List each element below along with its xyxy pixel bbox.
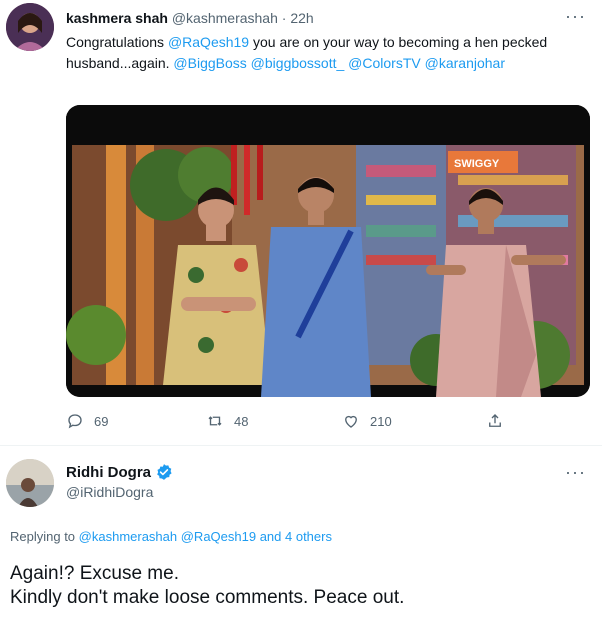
tweet-media-image[interactable]: SWIGGY (66, 105, 590, 397)
replying-prefix: Replying to (10, 529, 79, 544)
media-illustration: SWIGGY (66, 105, 590, 397)
author-name-row: Ridhi Dogra (66, 463, 173, 481)
mention-link[interactable]: @karanjohar (425, 55, 505, 71)
author-handle[interactable]: @kashmerashah (172, 10, 278, 26)
reply-icon (68, 414, 82, 429)
share-icon (489, 414, 501, 427)
avatar[interactable] (6, 3, 54, 51)
author-name[interactable]: kashmera shah (66, 10, 168, 26)
verified-badge-icon (157, 464, 172, 480)
reply-tweet: Ridhi Dogra @iRidhiDogra ··· Replying to… (0, 445, 602, 617)
reply-count: 69 (94, 413, 109, 429)
mention-link[interactable]: @RaQesh19 (168, 34, 249, 50)
more-icon[interactable]: ··· (565, 462, 586, 483)
mention-link[interactable]: @biggbossott_ (251, 55, 345, 71)
author-name[interactable]: Ridhi Dogra (66, 464, 151, 481)
like-count: 210 (370, 413, 392, 429)
timestamp[interactable]: 22h (290, 10, 313, 26)
reply-text-line-2: Kindly don't make loose comments. Peace … (10, 587, 405, 608)
tweet-actions: 69 48 210 (66, 412, 526, 434)
tweet-header: kashmera shah @kashmerashah · 22h (66, 9, 314, 27)
original-tweet: kashmera shah @kashmerashah · 22h ··· Co… (0, 0, 602, 445)
reply-button[interactable]: 69 (66, 412, 108, 430)
media-sign-text: SWIGGY (454, 158, 500, 170)
mention-link[interactable]: @ColorsTV (348, 55, 421, 71)
reply-text: Again!? Excuse me. Kindly don't make loo… (10, 562, 404, 610)
like-icon (345, 415, 357, 428)
avatar[interactable] (6, 459, 54, 507)
tweet-text: Congratulations @RaQesh19 you are on you… (66, 32, 586, 74)
like-button[interactable]: 210 (342, 412, 392, 430)
share-button[interactable] (486, 412, 504, 430)
retweet-button[interactable]: 48 (206, 412, 248, 430)
reply-text-line-1: Again!? Excuse me. (10, 563, 179, 584)
retweet-icon (208, 416, 222, 426)
separator: · (281, 10, 287, 26)
mention-link[interactable]: @BiggBoss (173, 55, 246, 71)
author-handle[interactable]: @iRidhiDogra (66, 484, 153, 500)
text-segment: Congratulations (66, 34, 168, 50)
retweet-count: 48 (234, 413, 249, 429)
replying-to-links[interactable]: @kashmerashah @RaQesh19 and 4 others (79, 529, 332, 544)
more-icon[interactable]: ··· (565, 6, 586, 27)
replying-to-line: Replying to @kashmerashah @RaQesh19 and … (10, 529, 332, 544)
